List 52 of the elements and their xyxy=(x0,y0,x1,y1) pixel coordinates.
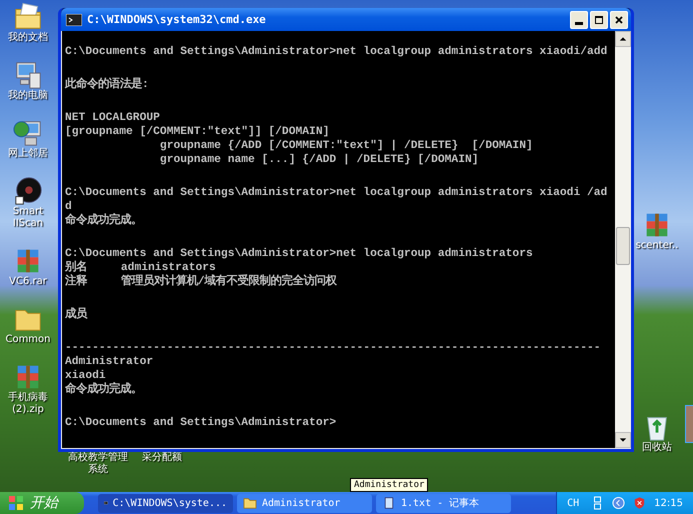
close-icon xyxy=(614,14,624,24)
minimize-button[interactable] xyxy=(570,10,588,28)
clock[interactable]: 12:15 xyxy=(654,498,683,508)
console-line: [groupname [/COMMENT:"text"]] [/DOMAIN] xyxy=(65,125,330,139)
start-button[interactable]: 开始 xyxy=(0,492,84,514)
console-line: ------------------------------------------------------------------------------- xyxy=(65,341,602,355)
console-line: 命令成功完成。 xyxy=(65,383,143,397)
console-line: xiaodi xyxy=(65,369,107,382)
desktop-icon-label[interactable]: 网上邻居 xyxy=(8,148,48,160)
scrollbar-thumb[interactable] xyxy=(616,227,630,265)
windows-flag-icon xyxy=(8,495,24,511)
desktop-icon-label[interactable]: 我的文档 xyxy=(8,32,48,44)
taskbar-button[interactable]: C:\WINDOWS\syste... xyxy=(98,494,233,512)
desktop-icon-label[interactable]: 采分配额 xyxy=(142,452,182,476)
console-line: d xyxy=(65,200,73,214)
desktop-icon-label[interactable]: 高校教学管理系统 xyxy=(66,452,130,476)
console-icon xyxy=(66,14,82,26)
tooltip: Administrator xyxy=(350,478,428,492)
console-line: groupname {/ADD [/COMMENT:"text"] | /DELETE} [/DOMAIN] xyxy=(158,139,534,153)
desktop-icon-label[interactable]: VC6.rar xyxy=(9,276,47,288)
console-line: 别名 administrators xyxy=(65,261,217,274)
close-button[interactable] xyxy=(610,10,628,28)
window-title: C:\WINDOWS\system32\cmd.exe xyxy=(87,13,267,26)
console-line: 命令成功完成。 xyxy=(65,214,143,228)
console-line: 成员 xyxy=(65,308,88,322)
console-line: C:\Documents and Settings\Administrator>net localgroup administrators xiaodi /ad xyxy=(65,186,608,200)
console-line: C:\Documents and Settings\Administrator> xyxy=(65,416,338,430)
shield-icon[interactable] xyxy=(633,496,646,510)
maximize-icon xyxy=(594,14,604,24)
console-line: C:\Documents and Settings\Administrator>net localgroup administrators xiaodi/add xyxy=(65,45,608,59)
scrollbar[interactable] xyxy=(615,31,631,448)
console-line: groupname name [...] {/ADD | /DELETE} [/DOMAIN] xyxy=(158,153,480,167)
taskbar-button[interactable]: Administrator xyxy=(237,494,372,512)
folder-icon xyxy=(243,497,257,509)
console-line: 此命令的语法是: xyxy=(65,78,150,92)
desktop-icon-label[interactable]: Common xyxy=(5,334,51,346)
taskbar-button[interactable]: 1.txt - 记事本 xyxy=(376,494,511,512)
minimize-icon xyxy=(575,22,583,25)
console-line: 注释 管理员对计算机/域有不受限制的完全访问权 xyxy=(65,275,338,289)
console-line: Administrator xyxy=(65,355,154,369)
scroll-up-icon[interactable] xyxy=(615,31,631,47)
desktop-icon-label[interactable]: 回收站 xyxy=(642,442,672,454)
desktop-icon-label[interactable]: 我的电脑 xyxy=(8,90,48,102)
console-line: NET LOCALGROUP xyxy=(65,111,161,125)
language-indicator[interactable]: CH xyxy=(567,498,580,508)
notepad-icon xyxy=(382,497,396,509)
maximize-button[interactable] xyxy=(590,10,608,28)
disc-icon[interactable] xyxy=(13,176,43,206)
console-line: C:\Documents and Settings\Administrator>net localgroup administrators xyxy=(65,247,534,260)
desktop-icon-label[interactable]: 手机病毒(2).zip xyxy=(5,392,51,416)
desktop-icon-label[interactable]: scenter.. xyxy=(636,240,678,252)
scroll-down-icon[interactable] xyxy=(615,432,631,448)
